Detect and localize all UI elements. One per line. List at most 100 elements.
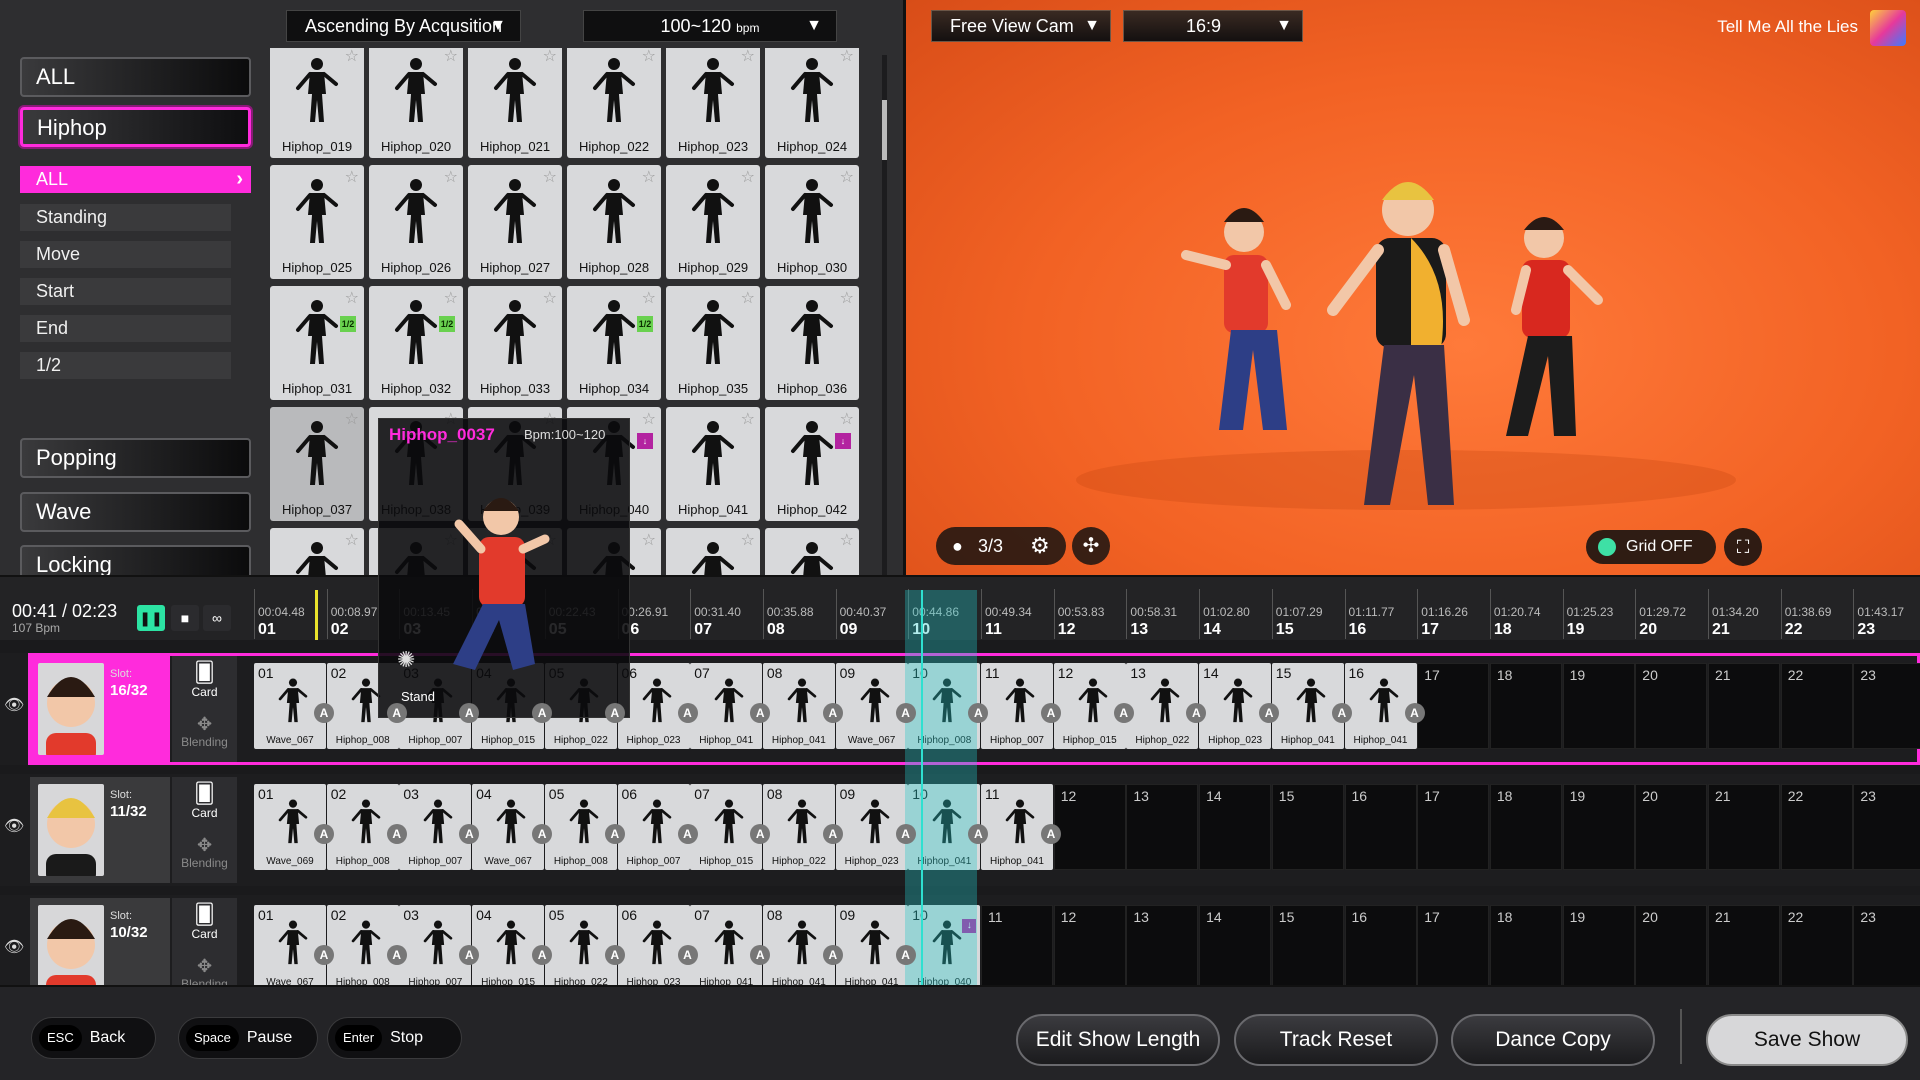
auto-blend-icon[interactable]: A — [386, 824, 407, 844]
dance-clip[interactable]: 09 A Hiphop_023 — [835, 784, 916, 870]
dance-card[interactable]: ☆ Hiphop_041 — [666, 407, 760, 521]
star-icon[interactable]: ☆ — [642, 167, 656, 187]
empty-slot[interactable]: 21 — [1708, 905, 1780, 991]
dance-card[interactable]: ☆ Hiphop_019 — [270, 48, 364, 158]
dance-clip[interactable]: 15 A Hiphop_041 — [1271, 663, 1352, 749]
empty-slot[interactable]: 19 — [1562, 784, 1635, 870]
dance-clip[interactable]: 01 A Wave_069 — [254, 784, 334, 870]
eye-icon[interactable]: 👁 — [4, 816, 24, 836]
dance-clip[interactable]: 11 A Hiphop_041 — [981, 784, 1061, 870]
blending-tool[interactable]: ✥ Blending — [172, 835, 237, 870]
auto-blend-icon[interactable]: A — [822, 945, 843, 965]
star-icon[interactable]: ☆ — [741, 48, 755, 66]
sub-category-standing[interactable]: Standing — [20, 204, 231, 231]
empty-slot[interactable]: 17 — [1417, 905, 1490, 991]
auto-blend-icon[interactable]: A — [386, 945, 407, 965]
sub-category-all[interactable]: ALL › — [20, 166, 251, 193]
empty-slot[interactable]: 12 — [1053, 784, 1126, 870]
dance-card[interactable]: ☆ Hiphop_029 — [666, 165, 760, 279]
gear-icon[interactable]: ⚙ — [1030, 527, 1050, 565]
star-icon[interactable]: ☆ — [444, 167, 458, 187]
empty-slot[interactable]: 23 — [1853, 905, 1920, 991]
empty-slot[interactable]: 19 — [1562, 663, 1635, 749]
dance-clip[interactable]: 16 A Hiphop_041 — [1344, 663, 1425, 749]
star-icon[interactable]: ☆ — [345, 48, 359, 66]
dance-clip[interactable]: 01 A Wave_067 — [254, 663, 334, 749]
dance-clip[interactable]: 09 A Wave_067 — [835, 663, 916, 749]
dance-card[interactable]: ☆ Hiphop_026 — [369, 165, 463, 279]
star-icon[interactable]: ☆ — [642, 409, 656, 429]
dance-card[interactable]: ☆ 1/2 Hiphop_034 — [567, 286, 661, 400]
star-icon[interactable]: ☆ — [543, 48, 557, 66]
dance-clip[interactable]: 06AHiphop_023 — [617, 905, 698, 991]
empty-slot[interactable]: 18 — [1489, 784, 1562, 870]
auto-blend-icon[interactable]: A — [895, 824, 916, 844]
track-reset-button[interactable]: Track Reset — [1234, 1014, 1438, 1066]
star-icon[interactable]: ☆ — [840, 167, 854, 187]
auto-blend-icon[interactable]: A — [677, 945, 698, 965]
star-icon[interactable]: ☆ — [543, 288, 557, 308]
empty-slot[interactable]: 23 — [1853, 784, 1920, 870]
empty-slot[interactable]: 23 — [1853, 663, 1920, 749]
empty-slot[interactable]: 18 — [1489, 905, 1562, 991]
dance-clip[interactable]: 05AHiphop_022 — [544, 905, 625, 991]
auto-blend-icon[interactable]: A — [1331, 703, 1352, 723]
empty-slot[interactable]: 21 — [1708, 784, 1780, 870]
dance-card[interactable]: ☆ Hiphop_023 — [666, 48, 760, 158]
empty-slot[interactable]: 20 — [1635, 663, 1708, 749]
fullscreen-icon[interactable]: ⛶ — [1724, 528, 1762, 566]
empty-slot[interactable]: 22 — [1780, 905, 1853, 991]
star-icon[interactable]: ☆ — [345, 409, 359, 429]
star-icon[interactable]: ☆ — [741, 530, 755, 550]
track-avatar-panel[interactable]: Slot: 16/32 — [30, 656, 170, 762]
empty-slot[interactable]: 11 — [981, 905, 1053, 991]
empty-slot[interactable]: 14 — [1199, 905, 1272, 991]
grid-toggle[interactable]: Grid OFF — [1586, 530, 1716, 564]
dance-clip[interactable]: 07 A Hiphop_015 — [690, 784, 771, 870]
dance-card[interactable]: ☆ Hiphop_033 — [468, 286, 562, 400]
dance-copy-button[interactable]: Dance Copy — [1451, 1014, 1655, 1066]
dance-card[interactable]: ☆ Hiphop_021 — [468, 48, 562, 158]
star-icon[interactable]: ☆ — [840, 288, 854, 308]
auto-blend-icon[interactable]: A — [822, 703, 843, 723]
category-hiphop[interactable]: Hiphop — [20, 107, 251, 147]
auto-blend-icon[interactable]: A — [1041, 824, 1061, 844]
dance-card[interactable]: ☆ — [270, 528, 364, 575]
pause-button[interactable]: ❚❚ — [137, 605, 165, 631]
sub-category-start[interactable]: Start — [20, 278, 231, 305]
star-icon[interactable]: ☆ — [741, 409, 755, 429]
auto-blend-icon[interactable]: A — [532, 824, 553, 844]
blending-tool[interactable]: ✥ Blending — [172, 714, 237, 749]
dance-clip[interactable]: 09 A Hiphop_041 — [835, 905, 916, 991]
empty-slot[interactable]: 16 — [1344, 784, 1417, 870]
dance-clip[interactable]: 12 A Hiphop_015 — [1053, 663, 1134, 749]
dance-card[interactable]: ☆ Hiphop_030 — [765, 165, 859, 279]
empty-slot[interactable]: 13 — [1126, 784, 1199, 870]
category-all[interactable]: ALL — [20, 57, 251, 97]
dance-clip[interactable]: 10↓Hiphop_040 — [908, 905, 981, 991]
auto-blend-icon[interactable]: A — [1259, 703, 1280, 723]
dance-clip[interactable]: 08 A Hiphop_041 — [762, 905, 843, 991]
sub-category-end[interactable]: End — [20, 315, 231, 342]
dance-card[interactable]: ☆ Hiphop_028 — [567, 165, 661, 279]
auto-blend-icon[interactable]: A — [314, 945, 334, 965]
dance-clip[interactable]: 04 A Wave_067 — [472, 784, 553, 870]
auto-blend-icon[interactable]: A — [604, 945, 625, 965]
dance-clip[interactable]: 03AHiphop_007 — [399, 905, 480, 991]
star-icon[interactable]: ☆ — [741, 288, 755, 308]
dance-clip[interactable]: 14 A Hiphop_023 — [1199, 663, 1280, 749]
category-popping[interactable]: Popping — [20, 438, 251, 478]
dance-clip[interactable]: 03AHiphop_007 — [399, 784, 480, 870]
dance-clip[interactable]: 08 A Hiphop_041 — [762, 663, 843, 749]
dancer-track[interactable]: 👁 Slot: 16/32 🂠 Card ✥ Blending 01 A Wave_067 02 A H… — [0, 653, 1920, 765]
star-icon[interactable]: ☆ — [444, 48, 458, 66]
dance-card[interactable]: ☆ — [666, 528, 760, 575]
dancer-track[interactable]: 👁 Slot: 11/32 🂠 Card ✥ Blending 01 A Wave_069 02 A H… — [0, 774, 1920, 886]
eye-icon[interactable]: 👁 — [4, 937, 24, 957]
dancer-count[interactable]: ● 3/3 ⚙ — [936, 527, 1066, 565]
dance-card[interactable]: ☆ ↓ Hiphop_042 — [765, 407, 859, 521]
auto-blend-icon[interactable]: A — [314, 824, 334, 844]
auto-blend-icon[interactable]: A — [677, 703, 698, 723]
save-show-button[interactable]: Save Show — [1706, 1014, 1908, 1066]
auto-blend-icon[interactable]: A — [604, 824, 625, 844]
